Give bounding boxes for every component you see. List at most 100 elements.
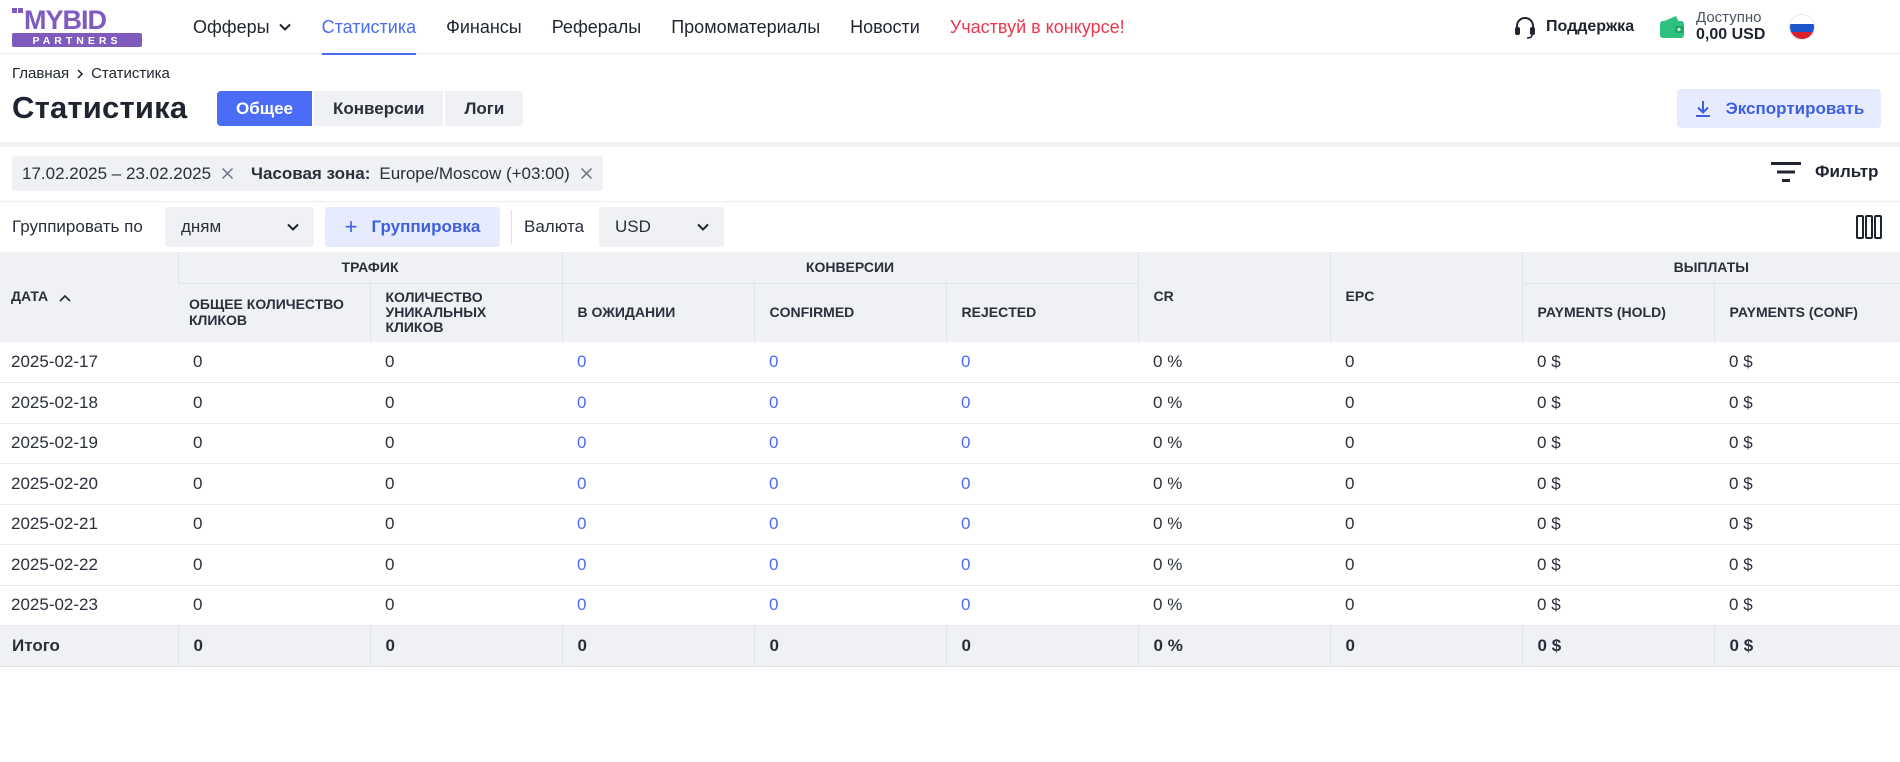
cell-epc: 0 <box>1330 342 1523 383</box>
section-divider <box>0 142 1900 147</box>
close-icon[interactable] <box>580 167 593 180</box>
column-header-cr[interactable]: CR <box>1137 252 1331 342</box>
cell-unique-clicks: 0 <box>370 463 563 505</box>
cell-confirmed-link[interactable]: 0 <box>754 382 947 424</box>
cell-rejected-link[interactable]: 0 <box>946 504 1139 545</box>
cell-confirmed-link[interactable]: 0 <box>754 342 947 383</box>
cell-pending-link[interactable]: 0 <box>562 504 755 545</box>
support-label: Поддержка <box>1546 18 1635 35</box>
cell-date: 2025-02-18 <box>0 382 178 424</box>
nav-contest[interactable]: Участвуй в конкурсе! <box>935 0 1140 54</box>
filter-icon <box>1771 162 1801 182</box>
currency-select[interactable]: USD <box>599 207 724 247</box>
columns-settings-icon[interactable] <box>1856 215 1882 239</box>
nav-referrals[interactable]: Рефералы <box>537 0 657 54</box>
cell-payments-hold: 0 $ <box>1522 544 1715 586</box>
cell-confirmed-link[interactable]: 0 <box>754 544 947 586</box>
nav-news[interactable]: Новости <box>835 0 935 54</box>
balance-widget[interactable]: Доступно 0,00 USD <box>1658 4 1765 50</box>
tab-logs[interactable]: Логи <box>445 91 524 126</box>
logo-text-partners: PARTNERS <box>33 35 122 47</box>
group-header-conversions: Конверсии <box>561 252 1139 284</box>
cell-pending-link[interactable]: 0 <box>562 544 755 586</box>
cell-confirmed-link[interactable]: 0 <box>754 585 947 626</box>
total-rejected: 0 <box>945 625 1139 667</box>
column-header-pending[interactable]: В ожидании <box>561 283 755 342</box>
nav-promo-materials[interactable]: Промоматериалы <box>656 0 835 54</box>
tab-conversions[interactable]: Конверсии <box>313 91 444 126</box>
top-navigation-bar: MYBID PARTNERS Офферы Статистика Финансы… <box>0 0 1900 55</box>
cell-date: 2025-02-21 <box>0 504 178 545</box>
nav-offers-label: Офферы <box>193 16 270 37</box>
cell-unique-clicks: 0 <box>370 504 563 545</box>
column-header-epc[interactable]: EPC <box>1329 252 1523 342</box>
total-cr: 0 % <box>1137 625 1331 667</box>
close-icon[interactable] <box>221 167 234 180</box>
table-group-header-row: Дата Трафик Конверсии CR EPC Выплаты <box>0 252 1900 342</box>
column-header-confirmed[interactable]: Confirmed <box>753 283 947 342</box>
cell-pending-link[interactable]: 0 <box>562 342 755 383</box>
timezone-label: Часовая зона: <box>251 163 371 183</box>
cell-payments-hold: 0 $ <box>1522 463 1715 505</box>
column-header-date[interactable]: Дата <box>0 252 178 342</box>
total-total-clicks: 0 <box>177 625 370 667</box>
cell-confirmed-link[interactable]: 0 <box>754 504 947 545</box>
column-header-rejected[interactable]: Rejected <box>945 283 1139 342</box>
vertical-separator <box>511 210 512 244</box>
ru-flag-icon[interactable] <box>1789 14 1815 40</box>
table-row: 2025-02-20 0 0 0 0 0 0 % 0 0 $ 0 $ <box>0 463 1900 505</box>
cell-cr: 0 % <box>1138 463 1331 505</box>
cell-unique-clicks: 0 <box>370 342 563 383</box>
cell-rejected-link[interactable]: 0 <box>946 585 1139 626</box>
cell-epc: 0 <box>1330 585 1523 626</box>
cell-confirmed-link[interactable]: 0 <box>754 463 947 505</box>
cell-payments-conf: 0 $ <box>1714 382 1900 424</box>
cell-payments-conf: 0 $ <box>1714 423 1900 464</box>
cell-confirmed-link[interactable]: 0 <box>754 423 947 464</box>
nav-statistics[interactable]: Статистика <box>307 0 432 55</box>
balance-caption: Доступно <box>1696 9 1762 27</box>
timezone-chip[interactable]: Часовая зона: Europe/Moscow (+03:00) <box>241 156 603 191</box>
nav-contest-label: Участвуй в конкурсе! <box>949 16 1125 37</box>
cell-epc: 0 <box>1330 504 1523 545</box>
cell-pending-link[interactable]: 0 <box>562 382 755 424</box>
cell-rejected-link[interactable]: 0 <box>946 544 1139 586</box>
cell-total-clicks: 0 <box>178 504 370 545</box>
table-row: 2025-02-19 0 0 0 0 0 0 % 0 0 $ 0 $ <box>0 423 1900 464</box>
chevron-down-icon <box>287 223 299 231</box>
column-header-total-clicks[interactable]: Общее количество кликов <box>178 283 370 342</box>
cell-payments-conf: 0 $ <box>1714 463 1900 505</box>
plus-icon: + <box>344 214 358 239</box>
date-range-chip[interactable]: 17.02.2025 – 23.02.2025 <box>12 156 245 191</box>
cell-unique-clicks: 0 <box>370 382 563 424</box>
page-title: Статистика <box>12 90 188 125</box>
cell-rejected-link[interactable]: 0 <box>946 342 1139 383</box>
cell-rejected-link[interactable]: 0 <box>946 423 1139 464</box>
breadcrumb-home[interactable]: Главная <box>12 65 69 82</box>
column-header-payments-conf[interactable]: Payments (conf) <box>1713 283 1900 342</box>
cell-rejected-link[interactable]: 0 <box>946 463 1139 505</box>
cell-payments-conf: 0 $ <box>1714 585 1900 626</box>
add-grouping-button[interactable]: + Группировка <box>325 207 500 247</box>
filter-button[interactable]: Фильтр <box>1771 160 1878 184</box>
cell-rejected-link[interactable]: 0 <box>946 382 1139 424</box>
cell-total-clicks: 0 <box>178 585 370 626</box>
cell-pending-link[interactable]: 0 <box>562 463 755 505</box>
tab-general[interactable]: Общее <box>217 91 312 126</box>
cell-pending-link[interactable]: 0 <box>562 585 755 626</box>
support-link[interactable]: Поддержка <box>1512 14 1634 40</box>
cell-pending-link[interactable]: 0 <box>562 423 755 464</box>
filter-divider <box>0 201 1900 202</box>
column-header-unique-clicks[interactable]: Количество уникальных кликов <box>369 283 563 342</box>
table-row: 2025-02-17 0 0 0 0 0 0 % 0 0 $ 0 $ <box>0 342 1900 383</box>
mybid-partners-logo[interactable]: MYBID PARTNERS <box>12 5 142 47</box>
cell-date: 2025-02-19 <box>0 423 178 464</box>
column-header-payments-hold[interactable]: Payments (hold) <box>1521 283 1715 342</box>
group-by-select[interactable]: дням <box>165 207 314 247</box>
export-button[interactable]: Экспортировать <box>1677 89 1881 128</box>
nav-offers[interactable]: Офферы <box>178 0 307 54</box>
main-nav: Офферы Статистика Финансы Рефералы Промо… <box>178 0 1140 55</box>
nav-finance[interactable]: Финансы <box>431 0 537 54</box>
cell-epc: 0 <box>1330 544 1523 586</box>
sort-ascending-icon[interactable] <box>58 293 72 303</box>
